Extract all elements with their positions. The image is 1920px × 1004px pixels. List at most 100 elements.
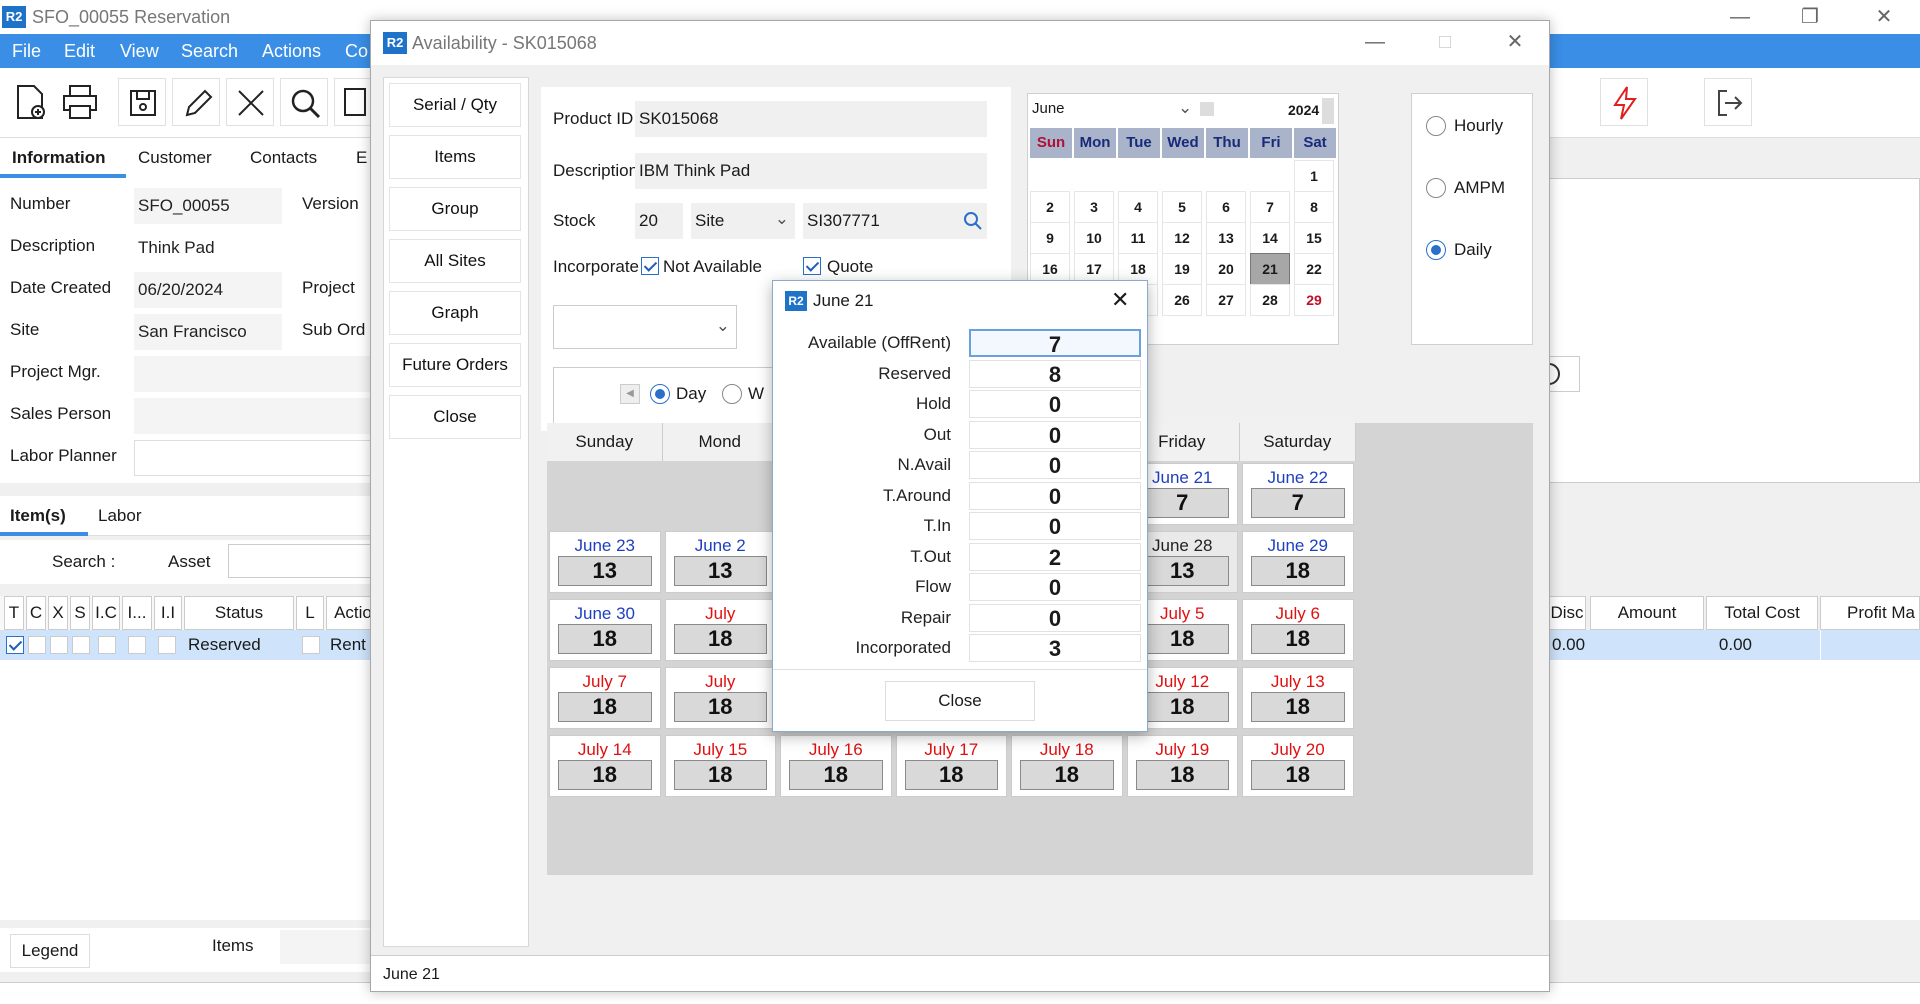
col-profit-margin[interactable]: Profit Ma [1820, 596, 1920, 630]
calendar-qty-button[interactable]: 18 [1251, 760, 1345, 790]
close-icon[interactable]: ✕ [1111, 287, 1129, 313]
number-field[interactable]: SFO_00055 [134, 188, 282, 224]
date-created-field[interactable]: 06/20/2024 [134, 272, 282, 308]
minimize-icon[interactable]: — [1355, 29, 1395, 55]
mini-calendar-day[interactable]: 8 [1294, 191, 1334, 223]
lightning-icon[interactable] [1600, 78, 1648, 126]
calendar-qty-button[interactable]: 18 [673, 624, 767, 654]
col-status[interactable]: Status [184, 596, 294, 630]
mini-calendar-day[interactable]: 26 [1162, 284, 1202, 316]
row-checkbox[interactable] [6, 636, 24, 654]
calendar-day-cell[interactable]: July 20 18 [1242, 735, 1354, 797]
tab-labor[interactable]: Labor [98, 506, 141, 526]
mini-calendar-day[interactable]: 19 [1162, 253, 1202, 285]
legend-button[interactable]: Legend [10, 934, 90, 968]
tab-e[interactable]: E [356, 148, 367, 168]
year-label[interactable]: 2024 [1288, 102, 1319, 118]
search-icon[interactable] [963, 211, 983, 231]
calendar-qty-button[interactable]: 7 [1135, 488, 1229, 518]
search-icon[interactable] [280, 78, 328, 126]
product-id-field[interactable]: SK015068 [635, 101, 987, 137]
calendar-day-cell[interactable]: July 15 18 [664, 735, 776, 797]
day-radio[interactable] [650, 384, 670, 404]
hourly-radio[interactable] [1426, 116, 1446, 136]
row-checkbox-ii[interactable] [158, 636, 176, 654]
labor-planner-field[interactable] [134, 440, 380, 476]
calendar-day-cell[interactable]: July 14 18 [549, 735, 661, 797]
col-ii[interactable]: I.I [154, 596, 182, 630]
chevron-down-icon[interactable]: ⌄ [1178, 98, 1192, 118]
exit-icon[interactable] [1704, 78, 1752, 126]
calendar-day-cell[interactable]: July 18 [664, 667, 776, 729]
calendar-qty-button[interactable]: 13 [1135, 556, 1229, 586]
new-document-icon[interactable] [6, 78, 54, 126]
calendar-qty-button[interactable]: 18 [558, 760, 652, 790]
year-spinner[interactable] [1322, 98, 1334, 124]
row-checkbox-s[interactable] [72, 636, 90, 654]
dialog-row-value[interactable]: 0 [969, 512, 1141, 540]
col-x[interactable]: X [48, 596, 68, 630]
calendar-qty-button[interactable]: 18 [1135, 760, 1229, 790]
calendar-qty-button[interactable]: 18 [1251, 624, 1345, 654]
mini-calendar-day[interactable]: 10 [1074, 222, 1114, 254]
dialog-row-value[interactable]: 0 [969, 603, 1141, 632]
ampm-radio[interactable] [1426, 178, 1446, 198]
calendar-qty-button[interactable]: 13 [673, 556, 767, 586]
mini-calendar-day[interactable]: 14 [1250, 222, 1290, 254]
mini-calendar-day[interactable]: 1 [1294, 160, 1334, 192]
daily-radio[interactable] [1426, 240, 1446, 260]
site-field[interactable]: San Francisco [134, 314, 282, 350]
tab-information[interactable]: Information [12, 148, 106, 168]
mini-calendar-day[interactable]: 3 [1074, 191, 1114, 223]
dialog-row-value[interactable]: 2 [969, 542, 1141, 571]
col-l[interactable]: L [296, 596, 324, 630]
tab-items[interactable]: Item(s) [10, 506, 66, 526]
calendar-day-cell[interactable]: July 18 [664, 599, 776, 661]
calendar-qty-button[interactable]: 18 [1135, 692, 1229, 722]
mini-calendar-day[interactable]: 2 [1030, 191, 1070, 223]
items-button[interactable]: Items [389, 135, 521, 179]
project-mgr-field[interactable] [134, 356, 380, 392]
calendar-day-cell[interactable]: June 22 7 [1242, 463, 1354, 525]
menu-co[interactable]: Co [345, 41, 368, 62]
col-ic[interactable]: I.C [92, 596, 120, 630]
dialog-row-value[interactable]: 0 [969, 420, 1141, 449]
all-sites-button[interactable]: All Sites [389, 239, 521, 283]
menu-edit[interactable]: Edit [64, 41, 95, 62]
calendar-qty-button[interactable]: 18 [673, 692, 767, 722]
calendar-day-cell[interactable]: July 19 18 [1126, 735, 1238, 797]
graph-button[interactable]: Graph [389, 291, 521, 335]
close-icon[interactable]: ✕ [1495, 29, 1535, 55]
calendar-day-cell[interactable]: July 7 18 [549, 667, 661, 729]
col-amount[interactable]: Amount [1590, 596, 1704, 630]
calendar-qty-button[interactable]: 18 [558, 692, 652, 722]
calendar-day-cell[interactable]: June 29 18 [1242, 531, 1354, 593]
serial-qty-button[interactable]: Serial / Qty [389, 83, 521, 127]
menu-view[interactable]: View [120, 41, 159, 62]
calendar-qty-button[interactable]: 18 [1251, 692, 1345, 722]
row-checkbox-l[interactable] [302, 636, 320, 654]
mini-calendar-day[interactable]: 11 [1118, 222, 1158, 254]
save-icon[interactable] [118, 78, 166, 126]
restore-icon[interactable]: ❐ [1790, 4, 1830, 30]
mini-calendar-day[interactable]: 9 [1030, 222, 1070, 254]
quote-checkbox[interactable] [803, 257, 821, 275]
mini-calendar-day[interactable]: 27 [1206, 284, 1246, 316]
mini-calendar-day[interactable]: 12 [1162, 222, 1202, 254]
group-button[interactable]: Group [389, 187, 521, 231]
col-c[interactable]: C [26, 596, 46, 630]
calendar-qty-button[interactable]: 18 [558, 624, 652, 654]
row-checkbox-x[interactable] [50, 636, 68, 654]
dialog-row-value[interactable]: 3 [969, 634, 1141, 662]
filter-select[interactable]: ⌄ [553, 305, 737, 349]
stock-qty-field[interactable]: 20 [635, 203, 683, 239]
sales-person-field[interactable] [134, 398, 380, 434]
calendar-day-cell[interactable]: July 6 18 [1242, 599, 1354, 661]
print-icon[interactable] [56, 78, 104, 126]
mini-calendar-day[interactable]: 20 [1206, 253, 1246, 285]
dialog-row-value[interactable]: 8 [969, 359, 1141, 388]
mini-calendar-day[interactable]: 7 [1250, 191, 1290, 223]
close-icon[interactable]: ✕ [1864, 4, 1904, 30]
maximize-icon[interactable]: □ [1425, 29, 1465, 55]
month-scroll[interactable] [1200, 102, 1214, 116]
